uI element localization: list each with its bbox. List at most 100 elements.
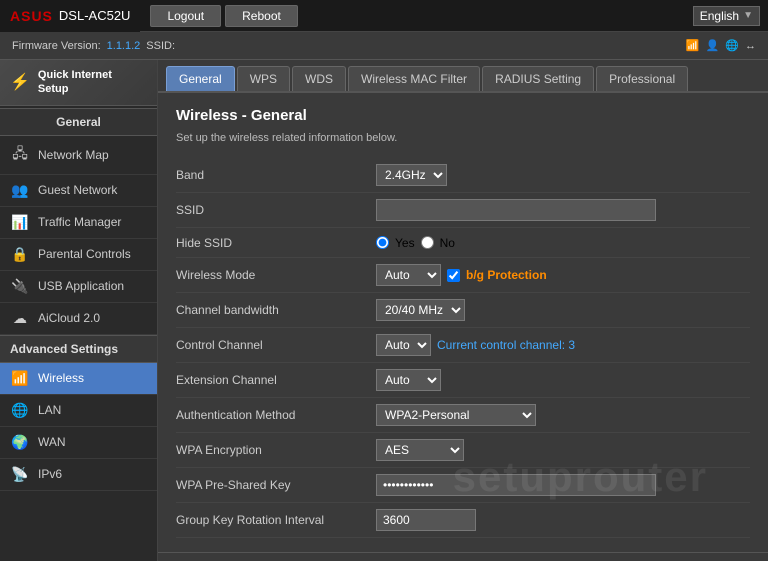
reboot-button[interactable]: Reboot	[225, 5, 298, 27]
lock-icon: 🔒	[10, 246, 30, 263]
sidebar-item-label: Wireless	[38, 371, 84, 385]
sidebar-item-label: LAN	[38, 403, 61, 417]
tab-radius[interactable]: RADIUS Setting	[482, 66, 594, 91]
control-channel-select[interactable]: Auto 123456	[376, 334, 431, 356]
wan-icon: 🌍	[10, 434, 30, 451]
band-label: Band	[176, 168, 376, 182]
content-area: Wireless - General Set up the wireless r…	[158, 93, 768, 552]
tab-mac-filter[interactable]: Wireless MAC Filter	[348, 66, 480, 91]
usb-icon: 🔌	[10, 278, 30, 295]
sidebar-item-usb-application[interactable]: 🔌 USB Application	[0, 271, 157, 303]
wpa-key-label: WPA Pre-Shared Key	[176, 478, 376, 492]
group-key-row: Group Key Rotation Interval	[176, 503, 750, 538]
auth-method-row: Authentication Method Open System WPA-Pe…	[176, 398, 750, 433]
lightning-icon: ⚡	[10, 72, 30, 92]
chevron-down-icon: ▼	[743, 10, 753, 21]
logout-button[interactable]: Logout	[150, 5, 221, 27]
model-name: DSL-AC52U	[59, 8, 131, 23]
wifi-icon: 📶	[686, 39, 700, 52]
firmware-bar: Firmware Version: 1.1.1.2 SSID: 📶 👤 🌐 ↔	[0, 32, 768, 60]
cloud-icon: ☁	[10, 310, 30, 327]
ssid-input[interactable]	[376, 199, 656, 221]
wpa-key-row: WPA Pre-Shared Key	[176, 468, 750, 503]
quick-setup-label: Quick InternetSetup	[38, 68, 112, 97]
globe-icon: 🌐	[725, 39, 739, 52]
hide-ssid-no-label: No	[440, 236, 455, 250]
wpa-encryption-label: WPA Encryption	[176, 443, 376, 457]
wireless-mode-select[interactable]: Auto N only B/G/N	[376, 264, 441, 286]
sidebar-item-ipv6[interactable]: 📡 IPv6	[0, 459, 157, 491]
wireless-mode-control: Auto N only B/G/N b/g Protection	[376, 264, 750, 286]
channel-bandwidth-label: Channel bandwidth	[176, 303, 376, 317]
wireless-mode-row: Wireless Mode Auto N only B/G/N b/g Prot…	[176, 258, 750, 293]
ssid-row: SSID	[176, 193, 750, 228]
language-selector[interactable]: English ▼	[693, 6, 760, 26]
traffic-icon: 📊	[10, 214, 30, 231]
hide-ssid-yes-label: Yes	[395, 236, 415, 250]
current-channel-info: Current control channel: 3	[437, 338, 575, 352]
sidebar-item-lan[interactable]: 🌐 LAN	[0, 395, 157, 427]
auth-method-label: Authentication Method	[176, 408, 376, 422]
group-key-label: Group Key Rotation Interval	[176, 513, 376, 527]
control-channel-control: Auto 123456 Current control channel: 3	[376, 334, 750, 356]
sidebar-item-wireless[interactable]: 📶 Wireless	[0, 363, 157, 395]
main-content: General WPS WDS Wireless MAC Filter RADI…	[158, 60, 768, 561]
hide-ssid-yes-radio[interactable]	[376, 236, 389, 249]
ipv6-icon: 📡	[10, 466, 30, 483]
hide-ssid-no-radio[interactable]	[421, 236, 434, 249]
tab-professional[interactable]: Professional	[596, 66, 688, 91]
sidebar-item-wan[interactable]: 🌍 WAN	[0, 427, 157, 459]
sidebar-item-aicloud[interactable]: ☁ AiCloud 2.0	[0, 303, 157, 335]
wpa-encryption-control: AES TKIP TKIP+AES	[376, 439, 750, 461]
hide-ssid-row: Hide SSID Yes No	[176, 228, 750, 258]
header-right: English ▼	[693, 6, 768, 26]
bg-protection-label: b/g Protection	[466, 268, 547, 282]
wpa-key-input[interactable]	[376, 474, 656, 496]
channel-bandwidth-row: Channel bandwidth 20 MHz 20/40 MHz 40 MH…	[176, 293, 750, 328]
sidebar-item-label: Network Map	[38, 148, 109, 162]
sidebar-item-network-map[interactable]: 🖧 Network Map	[0, 136, 157, 175]
sidebar-item-quick-setup[interactable]: ⚡ Quick InternetSetup	[0, 60, 157, 106]
group-key-input[interactable]	[376, 509, 476, 531]
extension-channel-row: Extension Channel Auto Above Below	[176, 363, 750, 398]
control-channel-row: Control Channel Auto 123456 Current cont…	[176, 328, 750, 363]
band-row: Band 2.4GHz 5GHz	[176, 158, 750, 193]
bg-protection-checkbox[interactable]	[447, 269, 460, 282]
wireless-mode-label: Wireless Mode	[176, 268, 376, 282]
sidebar-item-label: Guest Network	[38, 183, 117, 197]
general-section-label: General	[0, 108, 157, 136]
brand-logo: ASUS	[10, 8, 53, 24]
tab-bar: General WPS WDS Wireless MAC Filter RADI…	[158, 60, 768, 93]
sidebar-item-guest-network[interactable]: 👥 Guest Network	[0, 175, 157, 207]
band-control: 2.4GHz 5GHz	[376, 164, 750, 186]
control-channel-label: Control Channel	[176, 338, 376, 352]
sidebar-item-parental-controls[interactable]: 🔒 Parental Controls	[0, 239, 157, 271]
advanced-settings-label: Advanced Settings	[0, 335, 157, 363]
sidebar-item-traffic-manager[interactable]: 📊 Traffic Manager	[0, 207, 157, 239]
firmware-version-link[interactable]: 1.1.1.2	[107, 40, 141, 52]
main-layout: ⚡ Quick InternetSetup General 🖧 Network …	[0, 60, 768, 561]
auth-method-control: Open System WPA-Personal WPA2-Personal W…	[376, 404, 750, 426]
sidebar: ⚡ Quick InternetSetup General 🖧 Network …	[0, 60, 158, 561]
auth-method-select[interactable]: Open System WPA-Personal WPA2-Personal W…	[376, 404, 536, 426]
status-icons: 📶 👤 🌐 ↔	[686, 39, 756, 52]
extension-channel-control: Auto Above Below	[376, 369, 750, 391]
channel-bandwidth-control: 20 MHz 20/40 MHz 40 MHz	[376, 299, 750, 321]
wpa-encryption-select[interactable]: AES TKIP TKIP+AES	[376, 439, 464, 461]
sidebar-item-label: Traffic Manager	[38, 215, 121, 229]
tab-wds[interactable]: WDS	[292, 66, 346, 91]
wpa-key-control	[376, 474, 750, 496]
network-map-icon: 🖧	[10, 143, 30, 167]
tab-general[interactable]: General	[166, 66, 235, 91]
channel-bandwidth-select[interactable]: 20 MHz 20/40 MHz 40 MHz	[376, 299, 465, 321]
tab-wps[interactable]: WPS	[237, 66, 290, 91]
wpa-encryption-row: WPA Encryption AES TKIP TKIP+AES	[176, 433, 750, 468]
band-select[interactable]: 2.4GHz 5GHz	[376, 164, 447, 186]
extension-channel-select[interactable]: Auto Above Below	[376, 369, 441, 391]
header-buttons: Logout Reboot	[150, 5, 297, 27]
hide-ssid-control: Yes No	[376, 236, 750, 250]
wireless-icon: 📶	[10, 370, 30, 387]
ssid-control	[376, 199, 750, 221]
arrow-icon: ↔	[745, 40, 756, 52]
page-title: Wireless - General	[176, 107, 750, 124]
